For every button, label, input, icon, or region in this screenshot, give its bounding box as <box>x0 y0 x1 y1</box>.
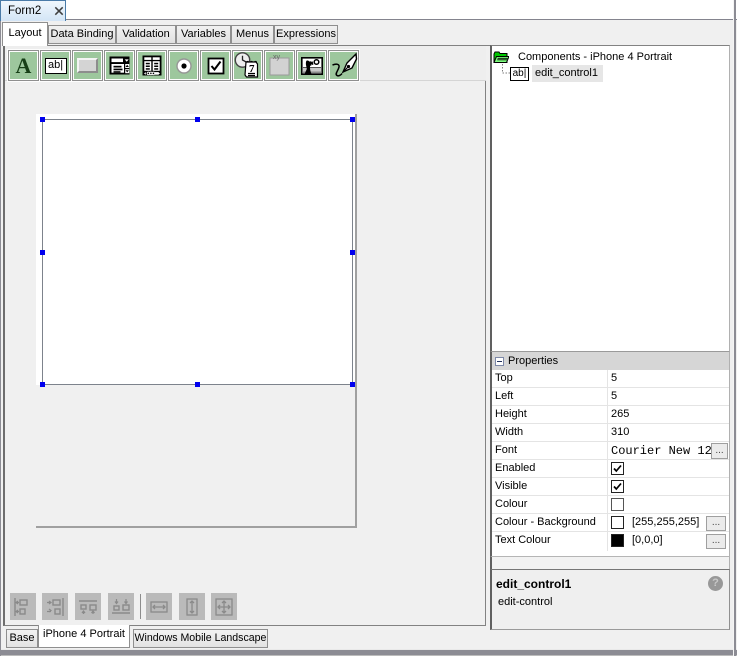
svg-text:xy: xy <box>273 54 281 61</box>
